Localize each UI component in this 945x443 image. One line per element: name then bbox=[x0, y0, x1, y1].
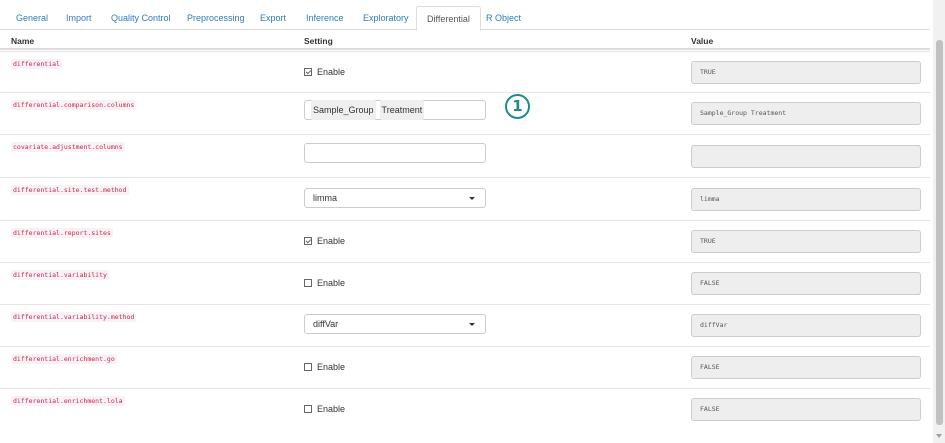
enable-checkbox[interactable]: Enable bbox=[304, 362, 345, 372]
header-name: Name bbox=[11, 36, 35, 46]
method-select[interactable]: diffVar bbox=[304, 314, 486, 334]
enable-checkbox[interactable]: Enable bbox=[304, 278, 345, 288]
select-value: limma bbox=[313, 193, 337, 203]
table-row: covariate.adjustment.columns bbox=[0, 134, 930, 177]
table-row: differential.enrichment.go Enable FALSE bbox=[0, 346, 930, 388]
value-display: FALSE bbox=[691, 272, 921, 295]
option-name: differential.enrichment.lola bbox=[11, 396, 125, 406]
caret-down-icon bbox=[469, 323, 475, 326]
value-display: FALSE bbox=[691, 398, 921, 421]
annotation-badge: 1 bbox=[505, 94, 530, 119]
option-name: differential.variability bbox=[11, 270, 109, 280]
enable-checkbox[interactable]: Enable bbox=[304, 236, 345, 246]
value-display: FALSE bbox=[691, 356, 921, 379]
table-row: differential.report.sites Enable TRUE bbox=[0, 220, 930, 262]
tab-preprocessing[interactable]: Preprocessing bbox=[187, 6, 245, 30]
checkbox-checked-icon[interactable] bbox=[304, 237, 312, 245]
tab-general[interactable]: General bbox=[16, 6, 48, 30]
columns-input[interactable]: Sample_Group Treatment bbox=[304, 100, 486, 120]
checkbox-unchecked-icon[interactable] bbox=[304, 363, 312, 371]
option-name: differential.site.test.method bbox=[11, 185, 129, 195]
tab-inference[interactable]: Inference bbox=[306, 6, 344, 30]
column-chip[interactable]: Sample_Group bbox=[311, 100, 376, 120]
value-display: Sample_Group Treatment bbox=[691, 102, 921, 125]
option-name: differential bbox=[11, 59, 62, 69]
value-display: TRUE bbox=[691, 61, 921, 84]
tab-r-object[interactable]: R Object bbox=[486, 6, 521, 30]
table-header: Name Setting Value bbox=[0, 30, 930, 50]
column-chip[interactable]: Treatment bbox=[379, 100, 425, 120]
value-display: diffVar bbox=[691, 314, 921, 337]
option-name: differential.enrichment.go bbox=[11, 354, 117, 364]
table-row: differential.enrichment.lola Enable FALSE bbox=[0, 388, 930, 430]
tab-bar: General Import Quality Control Preproces… bbox=[0, 0, 930, 31]
value-display bbox=[691, 145, 921, 168]
checkbox-label: Enable bbox=[317, 67, 346, 77]
table-row: differential.variability.method diffVar di… bbox=[0, 304, 930, 346]
table-row: differential.variability Enable FALSE bbox=[0, 262, 930, 304]
tab-quality-control[interactable]: Quality Control bbox=[111, 6, 171, 30]
select-value: diffVar bbox=[313, 319, 339, 329]
enable-checkbox[interactable]: Enable bbox=[304, 404, 345, 414]
method-select[interactable]: limma bbox=[304, 188, 486, 208]
scrollbar-thumb[interactable] bbox=[936, 40, 943, 425]
value-display: limma bbox=[691, 188, 921, 211]
checkbox-label: Enable bbox=[317, 236, 346, 246]
tab-exploratory[interactable]: Exploratory bbox=[363, 6, 409, 30]
tab-export[interactable]: Export bbox=[260, 6, 286, 30]
value-display: TRUE bbox=[691, 230, 921, 253]
vertical-scrollbar[interactable] bbox=[933, 0, 945, 443]
table-row: differential.comparison.columns Sample_Gr… bbox=[0, 92, 930, 134]
checkbox-label: Enable bbox=[317, 278, 346, 288]
table-row: differential.site.test.method limma limma bbox=[0, 177, 930, 220]
header-value: Value bbox=[691, 36, 714, 46]
checkbox-unchecked-icon[interactable] bbox=[304, 405, 312, 413]
option-name: covariate.adjustment.columns bbox=[11, 142, 125, 152]
caret-down-icon bbox=[469, 197, 475, 200]
enable-checkbox[interactable]: Enable bbox=[304, 67, 345, 77]
option-name: differential.variability.method bbox=[11, 312, 137, 322]
tab-import[interactable]: Import bbox=[66, 6, 92, 30]
option-name: differential.comparison.columns bbox=[11, 100, 137, 110]
header-setting: Setting bbox=[304, 36, 333, 46]
tab-differential[interactable]: Differential bbox=[416, 6, 481, 31]
table-row: differential Enable TRUE bbox=[0, 51, 930, 92]
checkbox-label: Enable bbox=[317, 362, 346, 372]
columns-input[interactable] bbox=[304, 143, 486, 163]
checkbox-label: Enable bbox=[317, 404, 346, 414]
checkbox-unchecked-icon[interactable] bbox=[304, 279, 312, 287]
scroll-down-icon[interactable] bbox=[936, 434, 942, 438]
checkbox-checked-icon[interactable] bbox=[304, 68, 312, 76]
option-name: differential.report.sites bbox=[11, 228, 113, 238]
